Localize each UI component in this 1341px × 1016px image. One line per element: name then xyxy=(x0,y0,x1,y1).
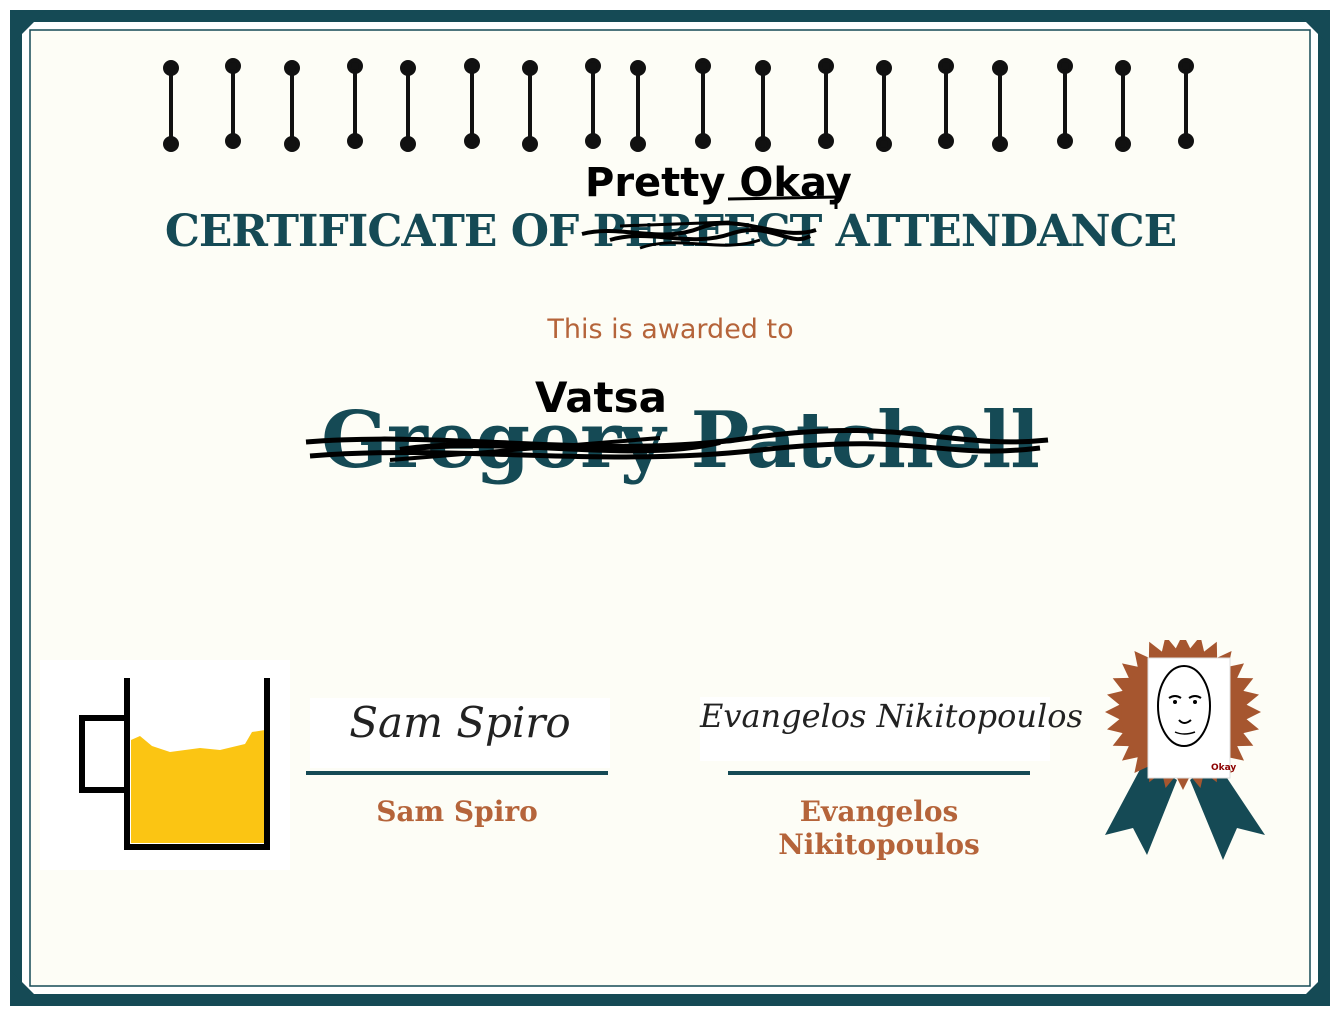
pin-dot xyxy=(755,136,771,152)
pin-dot xyxy=(876,60,892,76)
pin-dot xyxy=(347,58,363,74)
certificate-page: Pretty Okay CERTIFICATE OF PERFECT ATTEN… xyxy=(0,0,1341,1016)
pin-dot xyxy=(225,58,241,74)
pin-dot xyxy=(630,60,646,76)
seal-caption: Okay xyxy=(1211,763,1236,773)
pin-dot xyxy=(464,133,480,149)
decorative-pins xyxy=(163,58,1194,152)
pin-dot xyxy=(630,136,646,152)
signature-sam-spiro: Sam Spiro xyxy=(310,698,610,768)
pin-dot xyxy=(225,133,241,149)
pin-dot xyxy=(818,133,834,149)
awarded-text: This is awarded to xyxy=(547,314,794,345)
pin-dot xyxy=(818,58,834,74)
beer-mug-icon xyxy=(40,660,290,870)
award-seal-icon: Okay xyxy=(1105,640,1265,860)
pin-dot xyxy=(522,136,538,152)
pin-dot xyxy=(938,133,954,149)
pin-dot xyxy=(876,136,892,152)
pin-dot xyxy=(695,58,711,74)
pin-dot xyxy=(1115,60,1131,76)
pin-dot xyxy=(163,136,179,152)
pin-dot xyxy=(992,136,1008,152)
pin-dot xyxy=(347,133,363,149)
printed-name-1: Sam Spiro xyxy=(376,795,538,828)
pin-dot xyxy=(585,133,601,149)
title-prefix: CERTIFICATE OF xyxy=(164,206,579,257)
pin-dot xyxy=(284,60,300,76)
printed-name-2-line1: Evangelos xyxy=(799,795,959,828)
pin-dot xyxy=(464,58,480,74)
pin-dot xyxy=(400,136,416,152)
pin-dot xyxy=(1057,58,1073,74)
pin-dot xyxy=(695,133,711,149)
printed-name-2-line2: Nikitopoulos xyxy=(778,828,980,861)
pin-dot xyxy=(938,58,954,74)
pin-dot xyxy=(992,60,1008,76)
pin-dot xyxy=(163,60,179,76)
pin-dot xyxy=(1178,58,1194,74)
name-scribble xyxy=(305,427,1049,462)
pin-dot xyxy=(1057,133,1073,149)
title-scribble xyxy=(581,220,817,250)
title-suffix: ATTENDANCE xyxy=(835,206,1177,257)
pin-dot xyxy=(755,60,771,76)
pin-dot xyxy=(1115,136,1131,152)
signature-line-2 xyxy=(728,771,1030,775)
pin-dot xyxy=(522,60,538,76)
pin-dot xyxy=(1178,133,1194,149)
pin-dot xyxy=(585,58,601,74)
pin-dot xyxy=(400,60,416,76)
signature-evangelos: Evangelos Nikitopoulos xyxy=(700,697,1083,761)
signature-line-1 xyxy=(306,771,608,775)
okay-face-icon xyxy=(1157,665,1211,747)
pin-dot xyxy=(284,136,300,152)
